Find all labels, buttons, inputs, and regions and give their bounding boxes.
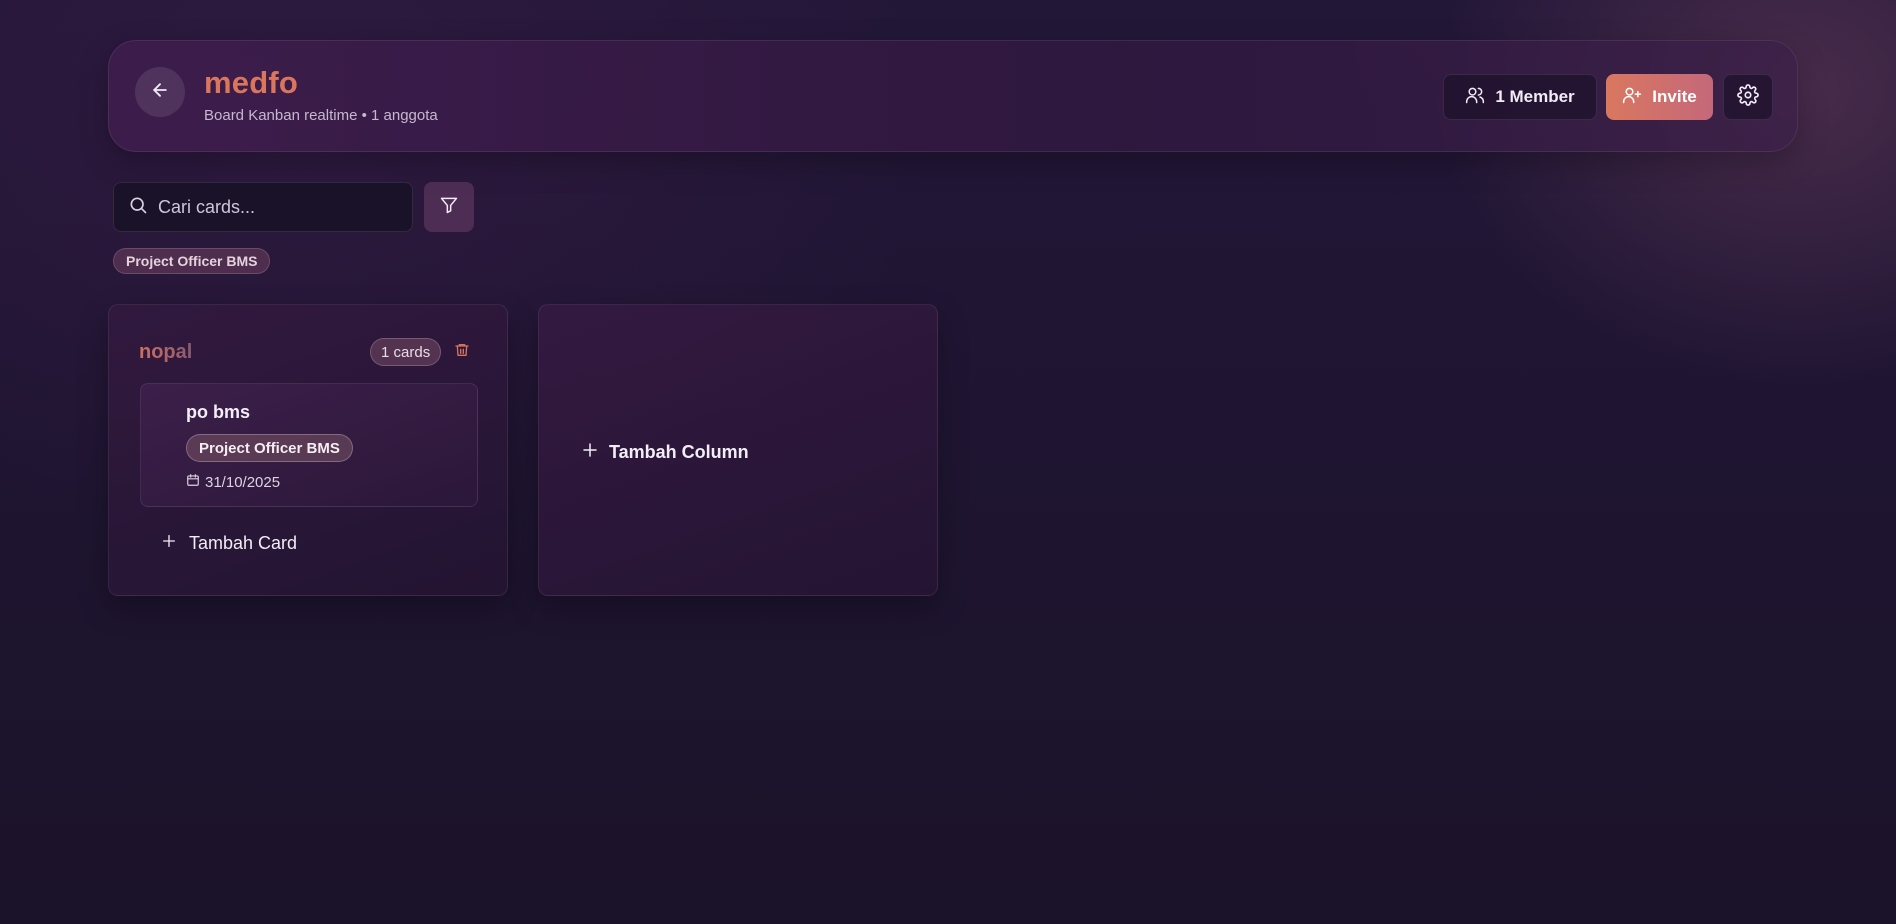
- member-button[interactable]: 1 Member: [1443, 74, 1597, 120]
- plus-icon: [161, 533, 177, 554]
- kanban-column: nopal 1 cards po bms Project Officer BMS…: [108, 304, 508, 596]
- board-title: medfo: [204, 65, 298, 100]
- add-card-button[interactable]: Tambah Card: [161, 533, 297, 554]
- plus-icon: [581, 441, 599, 464]
- gear-icon: [1737, 83, 1759, 111]
- member-button-label: 1 Member: [1495, 87, 1575, 106]
- card-tag: Project Officer BMS: [186, 434, 353, 462]
- user-plus-icon: [1622, 85, 1642, 110]
- delete-column-button[interactable]: [451, 341, 473, 363]
- arrow-left-icon: [150, 80, 170, 105]
- calendar-icon: [186, 473, 200, 491]
- trash-icon: [454, 342, 470, 363]
- card-date-text: 31/10/2025: [205, 473, 281, 491]
- users-icon: [1465, 85, 1485, 110]
- card-date: 31/10/2025: [186, 473, 280, 491]
- filter-button[interactable]: [424, 182, 474, 232]
- add-card-label: Tambah Card: [189, 533, 298, 553]
- invite-button-label: Invite: [1652, 87, 1697, 106]
- add-column-button[interactable]: Tambah Column: [538, 304, 938, 596]
- settings-button[interactable]: [1723, 74, 1773, 120]
- invite-button[interactable]: Invite: [1606, 74, 1713, 120]
- board-subtitle: Board Kanban realtime • 1 anggota: [204, 107, 438, 124]
- add-column-content: Tambah Column: [581, 441, 749, 464]
- search-box: [113, 182, 413, 232]
- active-filter-chip[interactable]: Project Officer BMS: [113, 248, 271, 274]
- add-column-label: Tambah Column: [609, 442, 749, 462]
- back-button[interactable]: [135, 67, 185, 117]
- board-header: medfo Board Kanban realtime • 1 anggota …: [108, 40, 1798, 152]
- kanban-card[interactable]: po bms Project Officer BMS 31/10/2025: [140, 383, 478, 507]
- column-title[interactable]: nopal: [139, 341, 192, 364]
- filter-icon: [439, 195, 459, 220]
- search-input[interactable]: [158, 196, 398, 218]
- card-count-badge: 1 cards: [370, 338, 442, 366]
- card-title: po bms: [186, 402, 251, 422]
- search-icon: [128, 195, 148, 220]
